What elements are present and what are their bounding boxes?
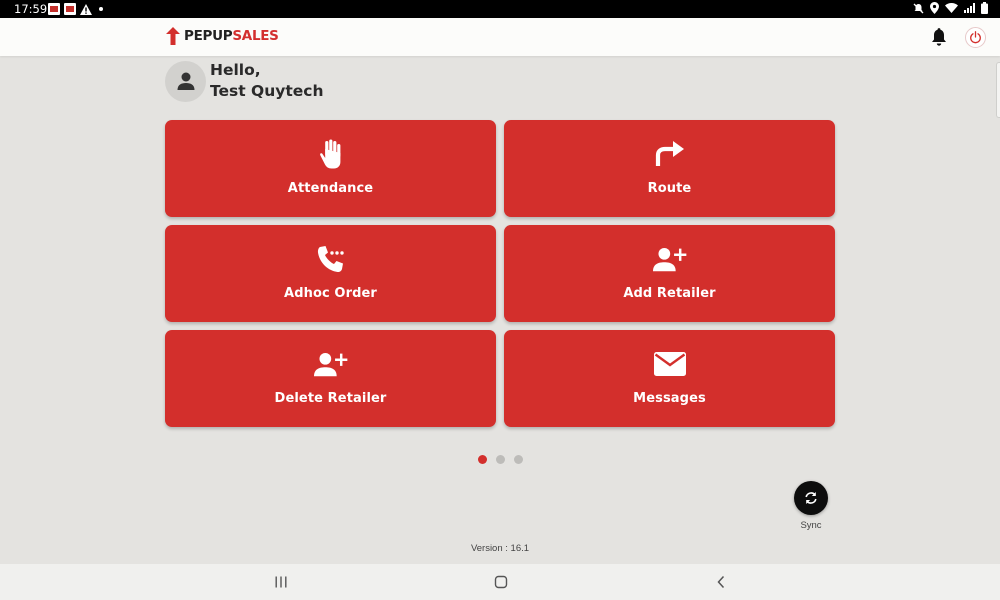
person-add-icon: [652, 243, 687, 275]
status-bar: 17:59: [0, 0, 1000, 18]
user-greeting: Hello, Test Quytech: [165, 60, 324, 102]
system-icons: [913, 2, 988, 14]
person-add-icon: [313, 348, 348, 380]
delete-retailer-tile[interactable]: Delete Retailer: [165, 330, 496, 427]
notification-icons: [48, 3, 103, 15]
more-notifications-icon: [99, 7, 103, 11]
route-label: Route: [647, 181, 692, 196]
warning-icon: [80, 3, 92, 15]
home-icon: [494, 575, 508, 589]
location-icon: [930, 2, 939, 14]
add-retailer-tile[interactable]: Add Retailer: [504, 225, 835, 322]
page-dot-2[interactable]: [496, 455, 505, 464]
route-tile[interactable]: Route: [504, 120, 835, 217]
greeting-user-name: Test Quytech: [210, 82, 324, 100]
messages-label: Messages: [633, 391, 706, 406]
signal-icon: [964, 3, 975, 13]
sync-label: Sync: [800, 520, 822, 531]
phone-dots-icon: [314, 243, 348, 275]
power-icon: [970, 31, 981, 44]
app-version: Version : 16.1: [470, 543, 530, 554]
logo-arrow-icon: [166, 27, 180, 45]
pepup-sales-logo: PEPUPSALES: [166, 27, 279, 45]
attendance-tile[interactable]: Attendance: [165, 120, 496, 217]
avatar[interactable]: [165, 60, 206, 102]
status-time: 17:59: [14, 2, 48, 16]
edge-panel-handle[interactable]: [996, 62, 1000, 118]
notifications-button[interactable]: [930, 28, 948, 52]
app-header: PEPUPSALES: [0, 18, 1000, 56]
logo-text-sales: SALES: [232, 28, 279, 44]
wifi-icon: [945, 3, 958, 13]
page-indicator: [478, 455, 523, 464]
app-notification-icon: [64, 3, 76, 15]
page-dot-3[interactable]: [514, 455, 523, 464]
sync-icon: [805, 492, 817, 504]
back-icon: [717, 575, 725, 589]
adhoc-order-label: Adhoc Order: [284, 286, 377, 301]
attendance-label: Attendance: [287, 181, 374, 196]
adhoc-order-tile[interactable]: Adhoc Order: [165, 225, 496, 322]
page-dot-1[interactable]: [478, 455, 487, 464]
app-notification-icon: [48, 3, 60, 15]
logo-text-pepup: PEPUP: [184, 28, 233, 44]
person-icon: [177, 72, 194, 90]
mute-icon: [913, 3, 924, 13]
back-button[interactable]: [711, 573, 731, 591]
messages-tile[interactable]: Messages: [504, 330, 835, 427]
home-button[interactable]: [491, 573, 511, 591]
logout-button[interactable]: [965, 27, 986, 48]
add-retailer-label: Add Retailer: [623, 286, 716, 301]
envelope-icon: [653, 348, 687, 380]
bell-icon: [932, 28, 946, 46]
greeting-hello: Hello,: [210, 61, 261, 79]
system-navigation-bar: [0, 564, 1000, 600]
turn-right-arrow-icon: [653, 138, 687, 170]
hand-icon: [314, 138, 348, 170]
battery-icon: [981, 2, 988, 14]
recent-apps-button[interactable]: [271, 573, 291, 591]
recent-apps-icon: [275, 576, 287, 588]
delete-retailer-label: Delete Retailer: [274, 391, 387, 406]
sync-button[interactable]: [794, 481, 828, 515]
